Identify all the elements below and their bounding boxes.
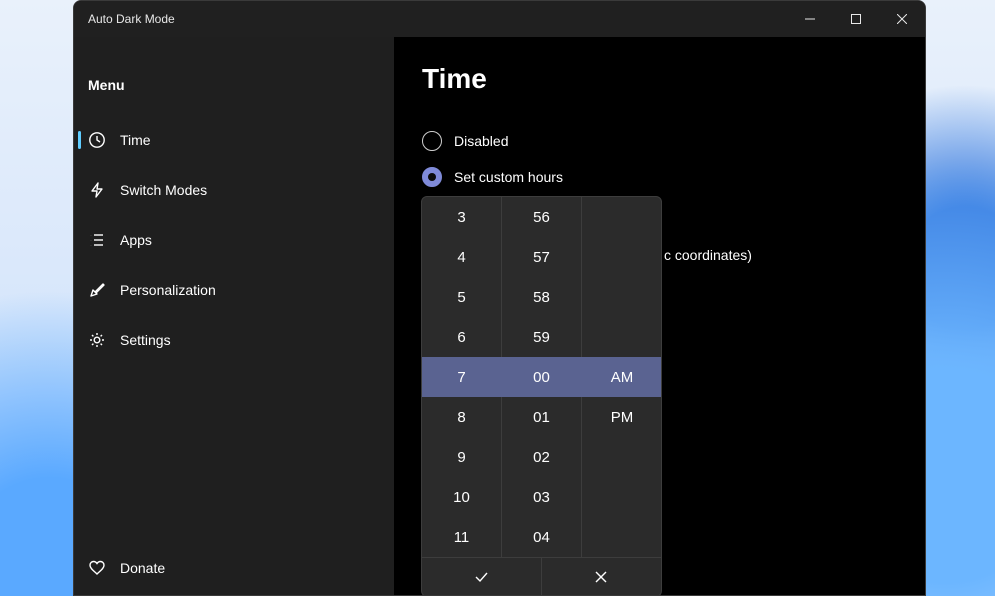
maximize-icon	[851, 14, 861, 24]
page-title: Time	[422, 63, 899, 95]
sidebar: Menu Time Switch Modes	[74, 37, 394, 595]
radio-icon	[422, 131, 442, 151]
picker-minute-item[interactable]: 02	[502, 437, 581, 477]
picker-hour-item[interactable]: 4	[422, 237, 501, 277]
picker-hour-item[interactable]: 8	[422, 397, 501, 437]
sidebar-item-label: Time	[120, 132, 151, 148]
gear-icon	[88, 331, 106, 349]
menu-header: Menu	[74, 49, 394, 115]
picker-cancel-button[interactable]	[542, 558, 662, 596]
menu-list: Time Switch Modes Apps	[74, 115, 394, 595]
picker-hour-item[interactable]: 9	[422, 437, 501, 477]
sidebar-item-label: Personalization	[120, 282, 216, 298]
sidebar-item-switch-modes[interactable]: Switch Modes	[74, 165, 394, 215]
lightning-icon	[88, 181, 106, 199]
sidebar-item-donate[interactable]: Donate	[74, 541, 394, 595]
picker-ampm-item[interactable]: AM	[582, 357, 662, 397]
check-icon	[473, 569, 489, 585]
picker-minute-item[interactable]: 01	[502, 397, 581, 437]
sidebar-item-label: Settings	[120, 332, 171, 348]
picker-col-hour[interactable]: 3 4 5 6 7 8 9 10 11	[422, 197, 502, 557]
picker-minute-item[interactable]: 04	[502, 517, 581, 557]
picker-hour-item[interactable]: 6	[422, 317, 501, 357]
title-bar: Auto Dark Mode	[74, 1, 925, 37]
picker-col-ampm[interactable]: AM PM	[582, 197, 662, 557]
sidebar-item-label: Switch Modes	[120, 182, 207, 198]
sidebar-item-personalization[interactable]: Personalization	[74, 265, 394, 315]
x-icon	[594, 570, 608, 584]
picker-hour-item[interactable]: 3	[422, 197, 501, 237]
picker-accept-button[interactable]	[422, 558, 542, 596]
picker-ampm-item[interactable]: PM	[582, 397, 662, 437]
heart-icon	[88, 559, 106, 577]
window-title: Auto Dark Mode	[88, 12, 175, 26]
picker-minute-item[interactable]: 59	[502, 317, 581, 357]
window-controls	[787, 1, 925, 37]
picker-footer	[422, 557, 661, 596]
sidebar-item-settings[interactable]: Settings	[74, 315, 394, 365]
close-icon	[897, 14, 907, 24]
maximize-button[interactable]	[833, 1, 879, 37]
coordinates-text-fragment: c coordinates)	[664, 247, 752, 263]
list-icon	[88, 231, 106, 249]
picker-minute-item[interactable]: 57	[502, 237, 581, 277]
sidebar-item-apps[interactable]: Apps	[74, 215, 394, 265]
picker-hour-item[interactable]: 5	[422, 277, 501, 317]
radio-disabled[interactable]: Disabled	[422, 123, 899, 159]
picker-col-minute[interactable]: 56 57 58 59 00 01 02 03 04	[502, 197, 582, 557]
sidebar-item-label: Apps	[120, 232, 152, 248]
picker-minute-item[interactable]: 00	[502, 357, 581, 397]
minimize-button[interactable]	[787, 1, 833, 37]
clock-icon	[88, 131, 106, 149]
sidebar-item-time[interactable]: Time	[74, 115, 394, 165]
radio-set-custom-hours[interactable]: Set custom hours	[422, 159, 899, 195]
sidebar-item-label: Donate	[120, 560, 165, 576]
brush-icon	[88, 281, 106, 299]
picker-minute-item[interactable]: 58	[502, 277, 581, 317]
picker-hour-item[interactable]: 7	[422, 357, 501, 397]
picker-hour-item[interactable]: 10	[422, 477, 501, 517]
radio-label: Disabled	[454, 133, 508, 149]
picker-hour-item[interactable]: 11	[422, 517, 501, 557]
close-button[interactable]	[879, 1, 925, 37]
time-picker-flyout: 3 4 5 6 7 8 9 10 11 56 57 58 59 00 01 02…	[421, 196, 662, 596]
radio-label: Set custom hours	[454, 169, 563, 185]
app-window: Auto Dark Mode Menu Time	[73, 0, 926, 596]
minimize-icon	[805, 14, 815, 24]
picker-minute-item[interactable]: 56	[502, 197, 581, 237]
picker-minute-item[interactable]: 03	[502, 477, 581, 517]
radio-icon	[422, 167, 442, 187]
